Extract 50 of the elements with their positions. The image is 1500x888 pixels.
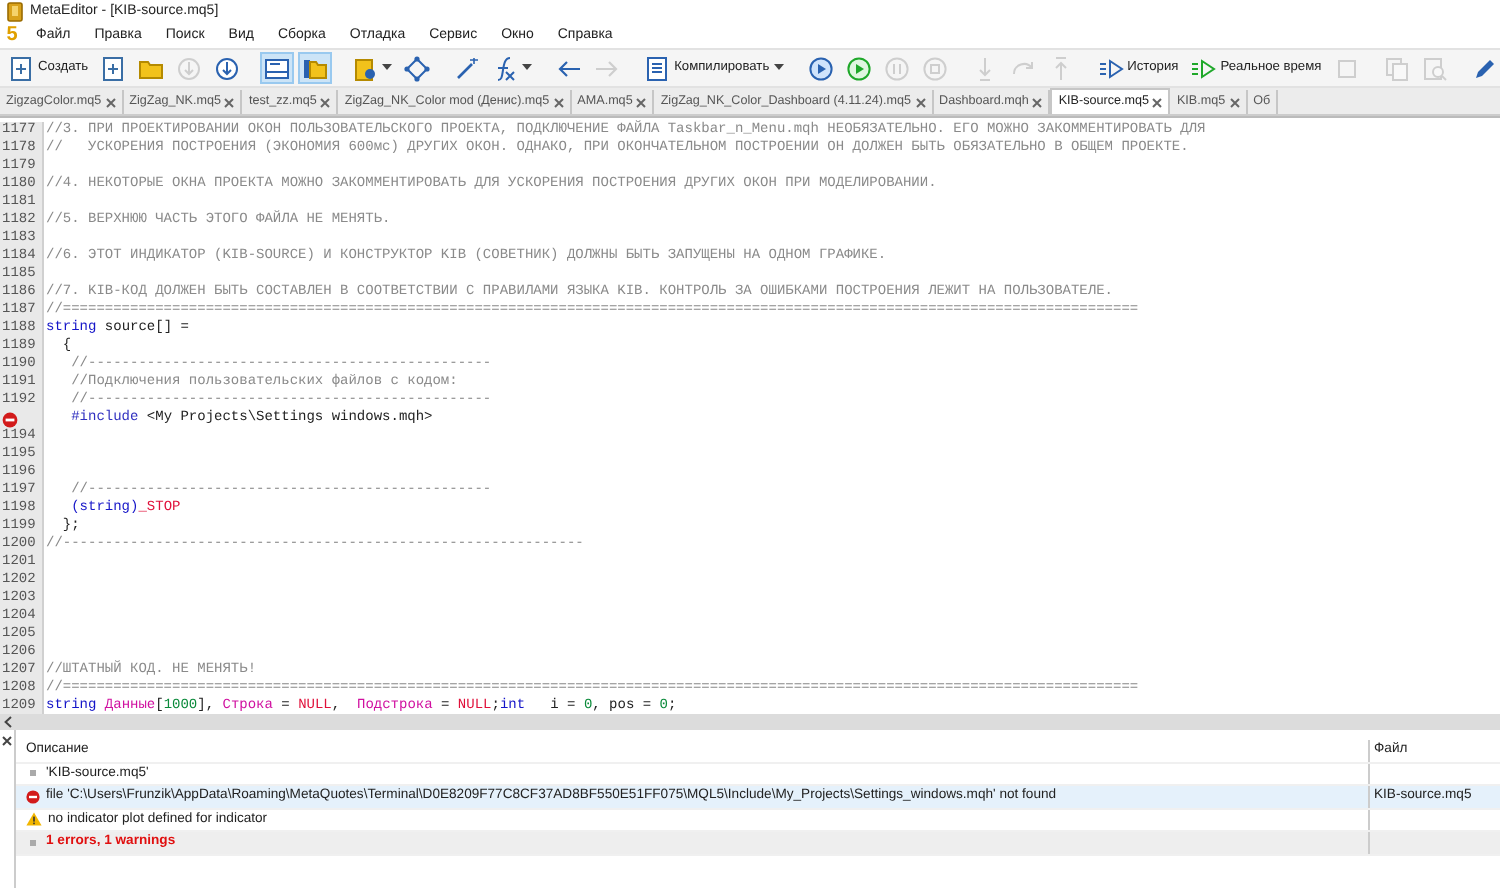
error-icon [2,411,18,427]
window-icon [264,55,291,81]
play-circle-icon [807,55,834,81]
forward-arrow-icon [594,55,621,81]
function-icon [492,55,519,81]
pencil-icon [1471,55,1498,81]
pause-icon [883,55,910,81]
play-circle-icon [845,55,872,81]
play-circle-button[interactable] [803,52,838,84]
save-icon [214,55,241,81]
square-icon [1333,55,1360,81]
horizontal-scrollbar[interactable] [0,714,1500,730]
close-icon[interactable] [2,736,12,746]
caret-icon [522,64,533,72]
error-icon [26,789,40,804]
app-icon [6,2,24,22]
bullet-icon [30,839,36,846]
nodes-button[interactable] [400,52,435,84]
nodes-icon [404,55,431,81]
clipboard-icon [352,55,379,81]
close-icon[interactable] [1032,97,1043,107]
folder-icon [138,55,165,81]
close-icon[interactable] [224,97,235,107]
warning-icon [26,812,42,827]
realtime-icon [1190,55,1217,81]
scroll-left-icon[interactable] [4,716,12,728]
close-icon[interactable] [320,97,331,107]
new-document-icon [8,55,34,81]
document-icon [100,55,127,81]
bullet-icon [30,770,36,777]
stop-icon [921,55,948,81]
close-icon[interactable] [915,97,926,107]
wand-icon [454,55,481,81]
history-icon [1097,55,1124,81]
caret-icon [382,64,393,72]
download-icon [176,55,203,81]
window-button[interactable] [260,52,295,84]
copy-icon [1383,55,1410,81]
close-icon[interactable] [1229,97,1240,107]
app-logo: 5 [4,26,20,46]
document-search-icon [1421,55,1448,81]
folder-panel-icon [302,55,329,81]
compile-icon [644,55,671,81]
close-icon[interactable] [636,97,647,107]
close-icon[interactable] [553,97,564,107]
back-arrow-icon [556,55,583,81]
play-circle-button[interactable] [841,52,876,84]
folder-panel-button[interactable] [298,52,333,84]
close-icon[interactable] [1152,97,1163,107]
close-icon[interactable] [105,97,116,107]
